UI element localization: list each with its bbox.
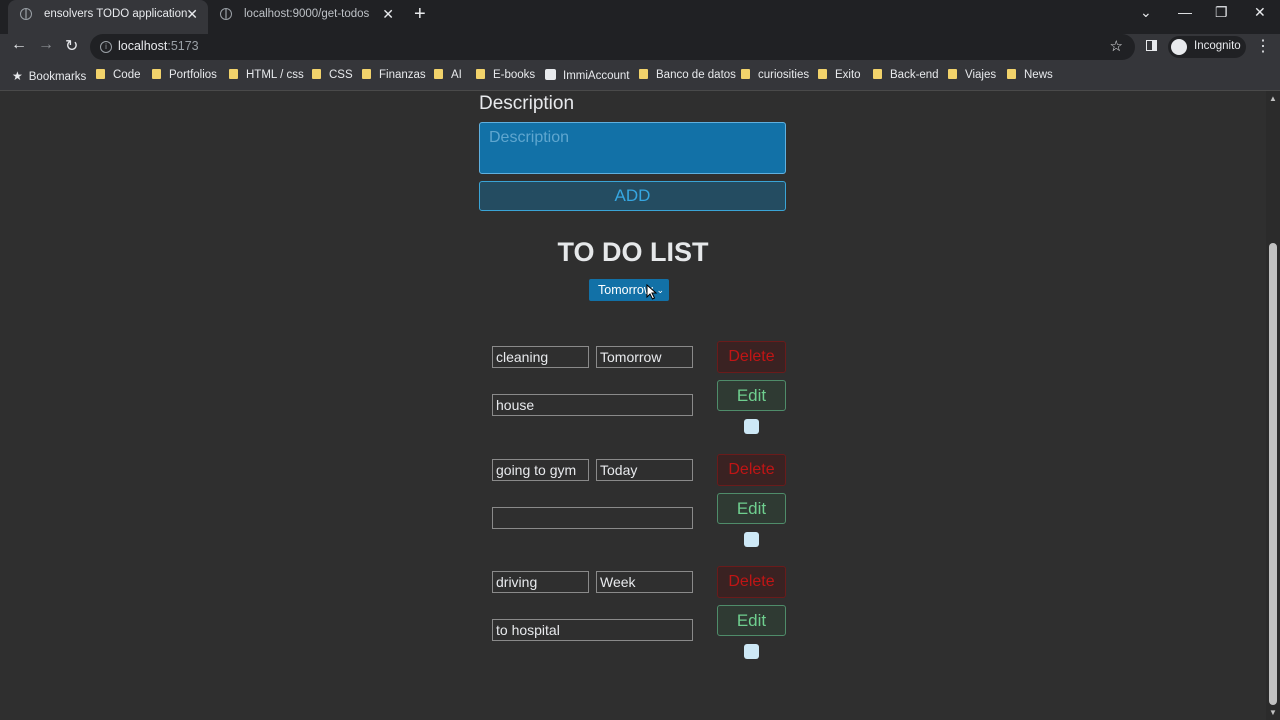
close-window-icon[interactable]: ✕ — [1254, 4, 1266, 21]
todo-item: going to gym Today Delete Edit — [480, 454, 800, 559]
todo-body-field[interactable]: to hospital — [492, 619, 693, 641]
folder-icon — [873, 69, 882, 79]
browser-toolbar: ← → ↻ i localhost:5173 ☆ — [0, 34, 1280, 62]
folder-icon — [476, 69, 485, 79]
minimize-icon[interactable]: — — [1178, 4, 1192, 20]
url-text: localhost:5173 — [118, 39, 199, 53]
tab-label: localhost:9000/get-todos — [244, 8, 370, 20]
add-button[interactable]: ADD — [479, 181, 786, 211]
close-tab-icon[interactable]: ✕ — [186, 0, 198, 28]
done-checkbox[interactable] — [744, 419, 759, 434]
done-checkbox[interactable] — [744, 532, 759, 547]
tab-label: ensolvers TODO application — [44, 8, 188, 20]
scroll-down-icon[interactable]: ▼ — [1269, 708, 1277, 717]
todo-when-field[interactable]: Week — [596, 571, 693, 593]
folder-icon — [1007, 69, 1016, 79]
bookmark-immiaccount[interactable]: ImmiAccount — [545, 69, 629, 82]
edit-button[interactable]: Edit — [717, 605, 786, 636]
page-content: Description ADD TO DO LIST Tomorrow ⌄ cl… — [0, 91, 1266, 720]
delete-button[interactable]: Delete — [717, 566, 786, 598]
todo-list-title: TO DO LIST — [557, 237, 709, 267]
filter-selected-value: Tomorrow — [598, 283, 653, 297]
bookmark-bookmarks[interactable]: ★ Bookmarks — [12, 69, 86, 83]
browser-menu-icon[interactable]: ⋮ — [1255, 36, 1271, 56]
close-tab-icon[interactable]: ✕ — [382, 0, 394, 28]
todo-body-field[interactable] — [492, 507, 693, 529]
folder-icon — [948, 69, 957, 79]
new-tab-icon[interactable]: + — [414, 3, 426, 26]
delete-button[interactable]: Delete — [717, 454, 786, 486]
bookmark-ebooks[interactable]: E-books — [476, 69, 535, 81]
folder-icon — [362, 69, 371, 79]
description-input[interactable] — [479, 122, 786, 174]
tab-strip: ensolvers TODO application ✕ localhost:9… — [0, 0, 1280, 34]
todo-when-field[interactable]: Today — [596, 459, 693, 481]
todo-item: cleaning Tomorrow house Delete Edit — [480, 341, 800, 446]
back-icon[interactable]: ← — [11, 36, 27, 54]
bookmark-news[interactable]: News — [1007, 69, 1053, 81]
bookmark-code[interactable]: Code — [96, 69, 141, 81]
scroll-up-icon[interactable]: ▲ — [1269, 94, 1277, 103]
bookmark-exito[interactable]: Exito — [818, 69, 861, 81]
mouse-cursor-icon — [646, 284, 658, 300]
delete-button[interactable]: Delete — [717, 341, 786, 373]
globe-icon — [20, 8, 32, 20]
folder-icon — [312, 69, 321, 79]
tab-get-todos[interactable]: localhost:9000/get-todos ✕ — [208, 0, 404, 34]
todo-title-field[interactable]: driving — [492, 571, 589, 593]
bookmark-portfolios[interactable]: Portfolios — [152, 69, 217, 81]
folder-icon — [741, 69, 750, 79]
todo-body-field[interactable]: house — [492, 394, 693, 416]
folder-icon — [818, 69, 827, 79]
address-bar[interactable]: i localhost:5173 ☆ — [90, 34, 1135, 60]
todo-item: driving Week to hospital Delete Edit — [480, 566, 800, 671]
tab-search-icon[interactable]: ⌄ — [1140, 4, 1152, 21]
incognito-icon — [1171, 39, 1187, 55]
bookmark-ai[interactable]: AI — [434, 69, 462, 81]
reload-icon[interactable]: ↻ — [65, 36, 78, 56]
tab-todo-app[interactable]: ensolvers TODO application ✕ — [8, 0, 208, 34]
edit-button[interactable]: Edit — [717, 380, 786, 411]
todo-when-field[interactable]: Tomorrow — [596, 346, 693, 368]
folder-icon — [434, 69, 443, 79]
folder-icon — [96, 69, 105, 79]
star-icon: ★ — [12, 69, 23, 83]
immi-icon — [545, 69, 556, 80]
side-panel-icon[interactable] — [1146, 40, 1157, 51]
todo-title-field[interactable]: cleaning — [492, 346, 589, 368]
bookmark-curiosities[interactable]: curiosities — [741, 69, 809, 81]
edit-button[interactable]: Edit — [717, 493, 786, 524]
folder-icon — [639, 69, 648, 79]
folder-icon — [152, 69, 161, 79]
forward-icon[interactable]: → — [38, 36, 54, 54]
bookmark-viajes[interactable]: Viajes — [948, 69, 996, 81]
bookmark-css[interactable]: CSS — [312, 69, 353, 81]
bookmark-star-icon[interactable]: ☆ — [1110, 37, 1123, 55]
restore-icon[interactable]: ❐ — [1215, 4, 1228, 21]
bookmark-banco-de-datos[interactable]: Banco de datos — [639, 69, 736, 81]
done-checkbox[interactable] — [744, 644, 759, 659]
bookmarks-bar: ★ Bookmarks Code Portfolios HTML / css CS… — [0, 62, 1280, 91]
folder-icon — [229, 69, 238, 79]
bookmark-html-css[interactable]: HTML / css — [229, 69, 304, 81]
description-label: Description — [479, 93, 575, 114]
bookmark-finanzas[interactable]: Finanzas — [362, 69, 426, 81]
todo-title-field[interactable]: going to gym — [492, 459, 589, 481]
page-scrollbar[interactable]: ▲ ▼ — [1266, 91, 1280, 720]
scrollbar-thumb[interactable] — [1269, 243, 1277, 705]
incognito-badge[interactable]: Incognito — [1168, 36, 1246, 58]
bookmark-back-end[interactable]: Back-end — [873, 69, 939, 81]
site-info-icon[interactable]: i — [100, 41, 112, 53]
globe-icon — [220, 8, 232, 20]
